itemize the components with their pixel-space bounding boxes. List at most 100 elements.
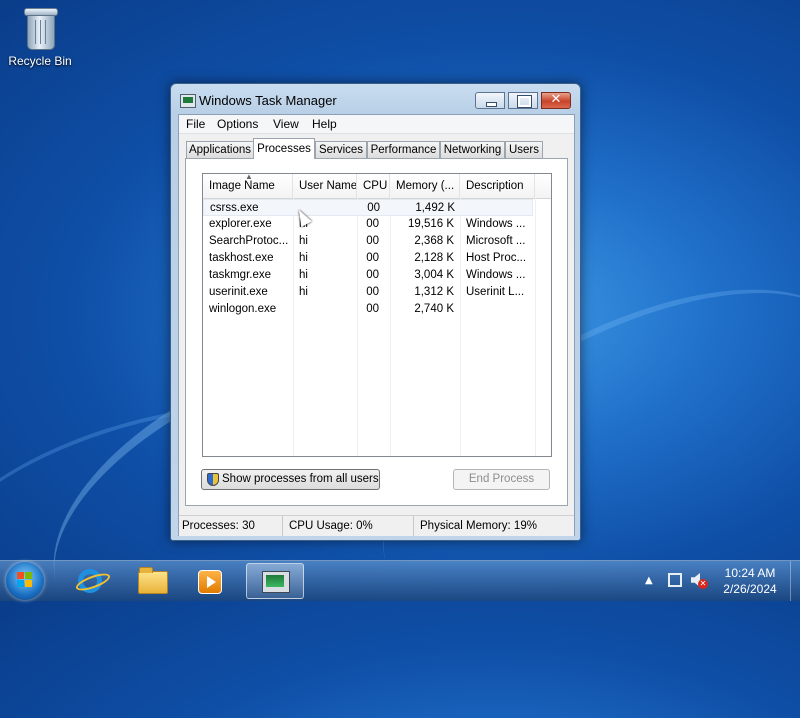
cell-user-name: hi — [299, 235, 308, 247]
cell-memory: 2,368 K — [414, 235, 454, 247]
cell-image-name: explorer.exe — [209, 218, 272, 230]
process-list[interactable]: ▲ Image Name User Name CPU Memory (... D… — [202, 173, 552, 457]
cell-cpu: 00 — [366, 286, 379, 298]
desktop-icon-label: Recycle Bin — [8, 54, 72, 68]
tab-processes[interactable]: Processes — [253, 138, 315, 159]
cell-memory: 2,740 K — [414, 303, 454, 315]
taskbar-media-player[interactable] — [183, 563, 237, 599]
status-processes: Processes: 30 — [179, 516, 283, 536]
menu-view[interactable]: View — [273, 117, 299, 131]
taskbar-windows-explorer[interactable] — [124, 563, 178, 599]
column-header-description[interactable]: Description — [460, 174, 535, 198]
cell-description: Windows ... — [466, 269, 526, 281]
column-header-user-name[interactable]: User Name — [293, 174, 357, 198]
cell-cpu: 00 — [366, 252, 379, 264]
taskbar-internet-explorer[interactable] — [62, 563, 116, 599]
folder-icon — [138, 567, 168, 594]
close-button[interactable]: ✕ — [541, 92, 571, 109]
cell-memory: 3,004 K — [414, 269, 454, 281]
column-header-image-name[interactable]: ▲ Image Name — [203, 174, 293, 198]
cell-description: Windows ... — [466, 218, 526, 230]
process-row[interactable]: SearchProtoc... hi 00 2,368 K Microsoft ... — [203, 233, 533, 250]
maximize-icon — [518, 96, 531, 107]
cell-image-name: taskhost.exe — [209, 252, 274, 264]
processes-tab-panel: ▲ Image Name User Name CPU Memory (... D… — [185, 158, 568, 506]
sort-ascending-icon: ▲ — [245, 174, 253, 181]
menu-options[interactable]: Options — [217, 117, 258, 131]
menu-help[interactable]: Help — [312, 117, 337, 131]
process-row[interactable]: userinit.exe hi 00 1,312 K Userinit L... — [203, 284, 533, 301]
cell-description — [466, 301, 532, 318]
cell-user-name: hi — [299, 269, 308, 281]
status-bar: Processes: 30 CPU Usage: 0% Physical Mem… — [179, 515, 574, 536]
recycle-bin-icon — [23, 6, 58, 50]
tab-performance[interactable]: Performance — [367, 141, 440, 158]
status-physical-memory: Physical Memory: 19% — [420, 520, 537, 532]
cell-description: Microsoft ... — [466, 235, 526, 247]
cell-memory: 19,516 K — [407, 218, 454, 230]
status-cpu-usage: CPU Usage: 0% — [286, 516, 414, 536]
tab-networking[interactable]: Networking — [440, 141, 505, 158]
taskbar: ▲ ✕ 10:24 AM 2/26/2024 — [0, 560, 800, 601]
task-manager-icon — [180, 94, 196, 108]
tab-users[interactable]: Users — [505, 141, 543, 158]
column-header-cpu[interactable]: CPU — [357, 174, 390, 198]
cell-image-name: winlogon.exe — [209, 303, 277, 315]
clock-date: 2/26/2024 — [723, 582, 777, 596]
task-manager-window: Windows Task Manager ✕ File Options View… — [170, 83, 581, 541]
show-desktop-button[interactable] — [790, 561, 800, 601]
menu-file[interactable]: File — [186, 117, 205, 131]
volume-muted-icon: ✕ — [698, 579, 708, 589]
network-icon[interactable] — [668, 573, 682, 587]
process-row[interactable]: explorer.exe hi 00 19,516 K Windows ... — [203, 216, 533, 233]
close-icon: ✕ — [550, 92, 562, 107]
cell-image-name: SearchProtoc... — [209, 235, 289, 247]
process-row[interactable]: taskmgr.exe hi 00 3,004 K Windows ... — [203, 267, 533, 284]
task-manager-icon — [262, 571, 290, 593]
media-player-icon — [198, 570, 222, 594]
cell-memory: 2,128 K — [414, 252, 454, 264]
taskbar-clock[interactable]: 10:24 AM 2/26/2024 — [712, 565, 788, 597]
cell-cpu: 00 — [366, 269, 379, 281]
cell-image-name: csrss.exe — [210, 202, 259, 214]
desktop-icon-recycle-bin[interactable]: Recycle Bin — [5, 6, 75, 68]
minimize-icon — [486, 102, 497, 107]
taskbar-task-manager[interactable] — [246, 563, 304, 599]
process-row[interactable]: taskhost.exe hi 00 2,128 K Host Proc... — [203, 250, 533, 267]
start-button[interactable] — [6, 562, 44, 600]
cell-image-name: taskmgr.exe — [209, 269, 271, 281]
cell-description: Host Proc... — [466, 252, 527, 264]
cell-cpu: 00 — [366, 235, 379, 247]
windows-logo-icon — [17, 572, 33, 588]
cell-memory: 1,492 K — [415, 202, 455, 214]
maximize-button[interactable] — [508, 92, 538, 109]
menu-bar: File Options View Help — [179, 115, 574, 134]
cell-user-name: hi — [299, 286, 308, 298]
show-all-users-button[interactable]: Show processes from all users — [201, 469, 380, 490]
cell-user-name — [299, 301, 355, 318]
window-client-area: File Options View Help Applications Proc… — [178, 114, 575, 536]
minimize-button[interactable] — [475, 92, 505, 109]
clock-time: 10:24 AM — [724, 566, 776, 580]
cell-cpu: 00 — [366, 303, 379, 315]
cell-description: Userinit L... — [466, 286, 525, 298]
tab-services[interactable]: Services — [315, 141, 367, 158]
process-row[interactable]: csrss.exe 00 1,492 K — [203, 199, 533, 216]
cell-description — [467, 200, 533, 217]
process-list-header: ▲ Image Name User Name CPU Memory (... D… — [203, 174, 551, 199]
uac-shield-icon — [207, 473, 219, 486]
cell-image-name: userinit.exe — [209, 286, 268, 298]
window-title: Windows Task Manager — [199, 93, 337, 108]
tab-applications[interactable]: Applications — [186, 141, 254, 158]
cell-user-name: hi — [299, 252, 308, 264]
cell-cpu: 00 — [366, 218, 379, 230]
internet-explorer-icon — [78, 569, 102, 593]
process-row[interactable]: winlogon.exe 00 2,740 K — [203, 301, 533, 318]
column-header-memory[interactable]: Memory (... — [390, 174, 460, 198]
show-hidden-icons-icon[interactable]: ▲ — [645, 575, 653, 586]
cell-memory: 1,312 K — [414, 286, 454, 298]
end-process-button[interactable]: End Process — [453, 469, 550, 490]
title-bar[interactable]: Windows Task Manager ✕ — [171, 84, 580, 114]
cell-cpu: 00 — [367, 202, 380, 214]
column-divider — [535, 198, 536, 456]
